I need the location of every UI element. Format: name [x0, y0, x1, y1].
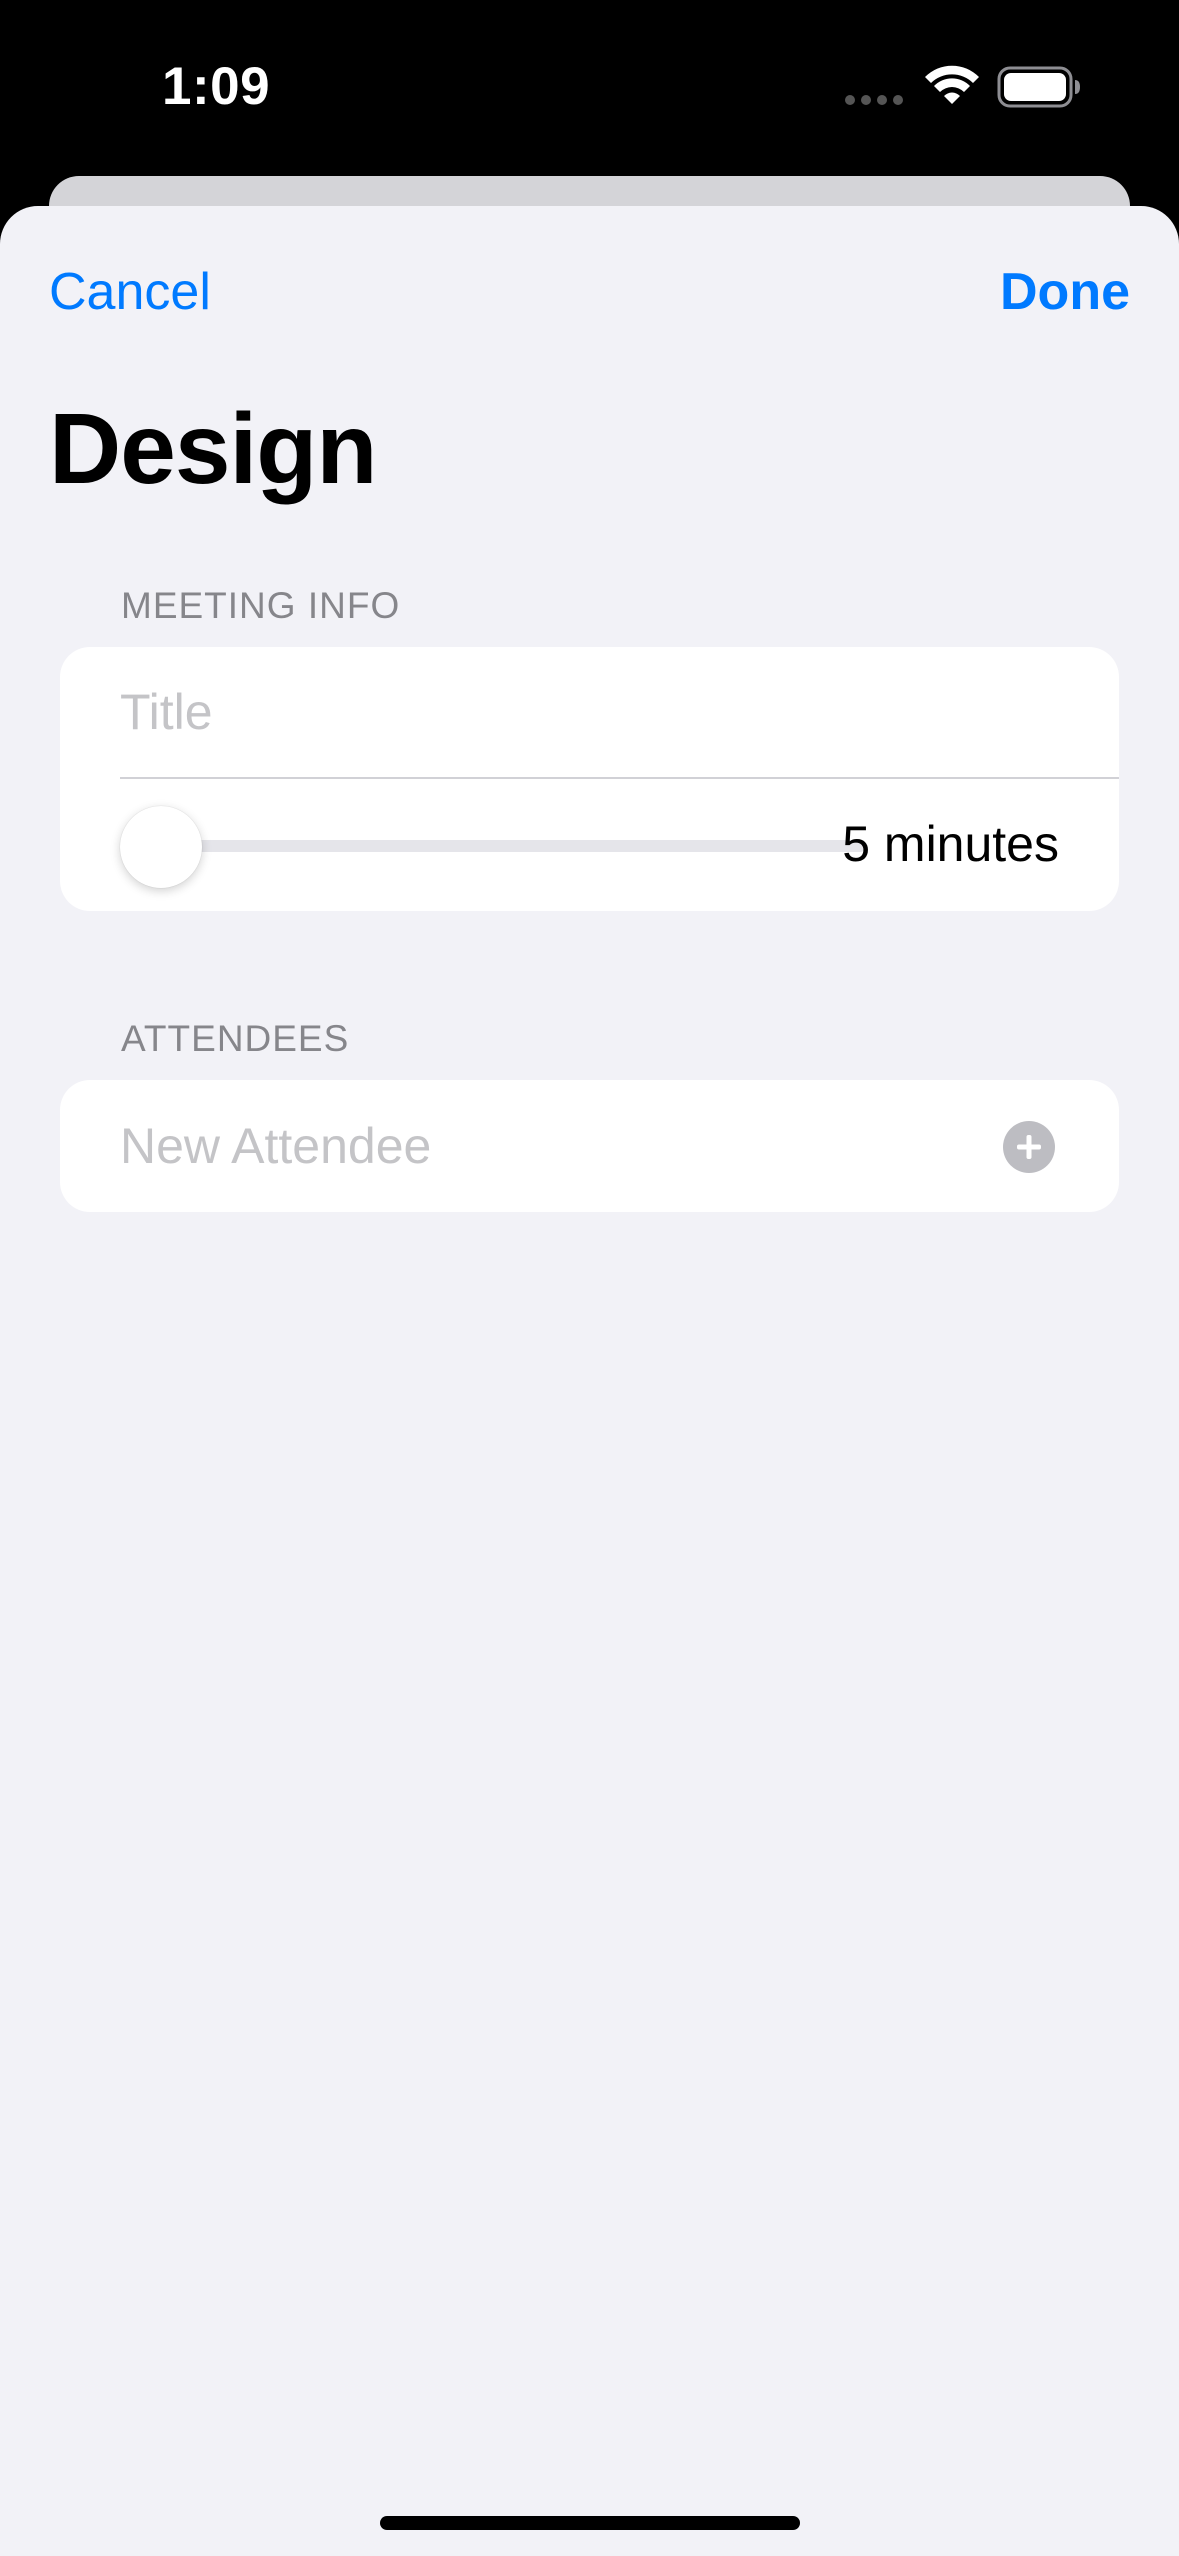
meeting-info-group: 5 minutes — [60, 647, 1119, 911]
home-indicator — [380, 2516, 800, 2530]
done-button[interactable]: Done — [1000, 262, 1130, 322]
row-divider — [120, 777, 1119, 779]
duration-slider-track[interactable] — [160, 840, 866, 852]
attendees-group — [60, 1080, 1119, 1212]
title-input[interactable] — [120, 677, 1020, 747]
duration-label: 5 minutes — [842, 816, 1059, 872]
duration-slider-thumb[interactable] — [120, 806, 202, 888]
cancel-button[interactable]: Cancel — [49, 262, 211, 322]
section-header-meeting-info: MEETING INFO — [121, 585, 401, 626]
new-attendee-input[interactable] — [120, 1111, 1020, 1181]
screen: 1:09 Cancel Done Design MEETING INFO 5 m… — [0, 0, 1179, 2556]
page-title: Design — [49, 393, 377, 505]
status-time: 1:09 — [162, 57, 271, 116]
modal-sheet — [0, 206, 1179, 2556]
cellular-signal-icon — [845, 95, 903, 105]
section-header-attendees: ATTENDEES — [121, 1018, 350, 1059]
plus-circle-icon[interactable] — [1003, 1121, 1055, 1173]
wifi-icon — [925, 65, 979, 104]
battery-icon — [997, 66, 1080, 108]
